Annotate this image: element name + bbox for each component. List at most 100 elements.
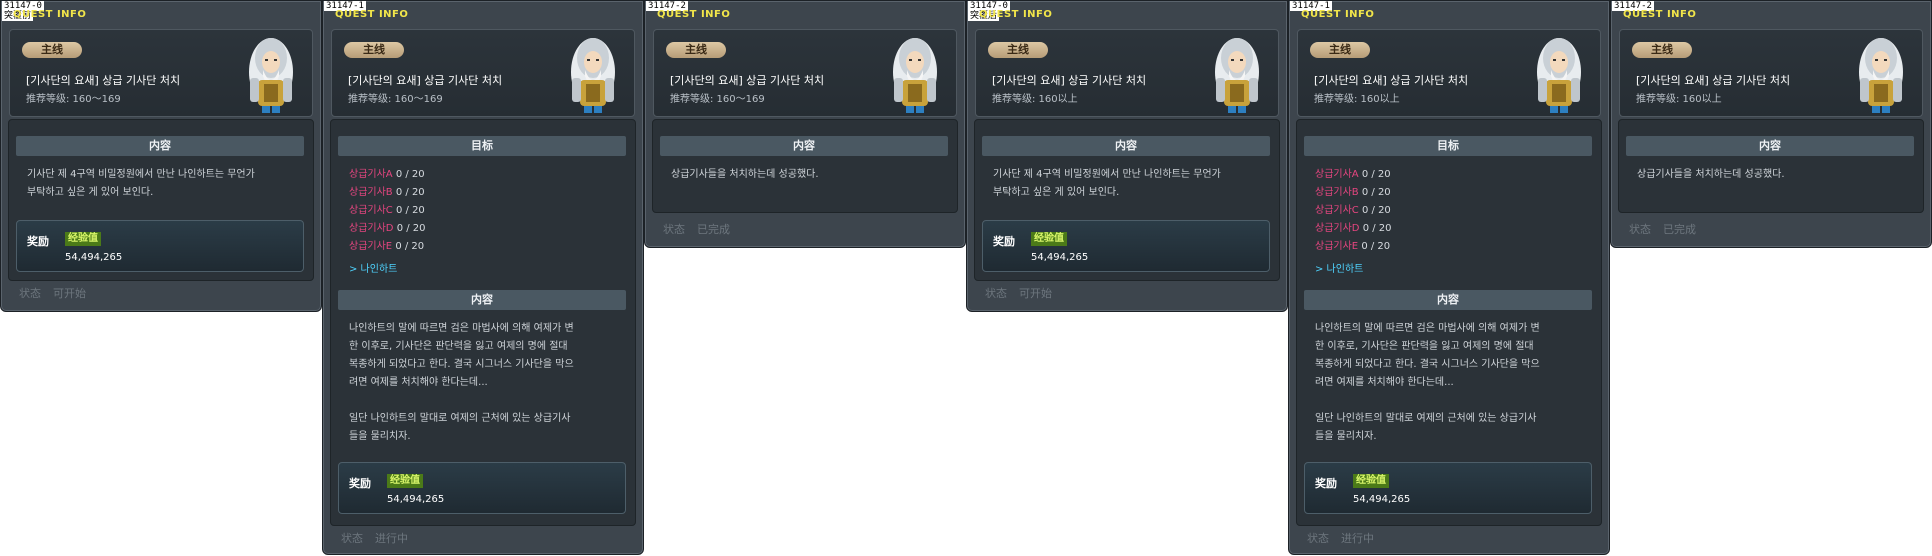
goal-count: 0 / 20 <box>395 169 425 180</box>
goal-mob: 상급기사B <box>349 187 393 198</box>
reward-label: 奖励 <box>27 235 49 248</box>
quest-header: 主线 [기사단의 요새] 상급 기사단 처치 推荐等级: 160～169 <box>331 29 635 117</box>
quest-title: [기사단의 요새] 상급 기사단 처치 <box>670 74 825 87</box>
reward-box: 奖励 经验值 54,494,265 <box>982 220 1270 272</box>
reward-box: 奖励 经验值 54,494,265 <box>338 462 626 514</box>
reward-value: 54,494,265 <box>1031 252 1089 263</box>
quest-type-badge: 主线 <box>988 42 1048 58</box>
goal-mob: 상급기사E <box>1315 241 1359 252</box>
goal-header: 目标 <box>1304 136 1592 156</box>
quest-header: 主线 [기사단의 요새] 상급 기사단 처치 推荐等级: 160～169 <box>653 29 957 117</box>
quest-info-label: QUEST INFO <box>335 9 409 20</box>
content-text: 기사단 제 4구역 비밀정원에서 만난 나인하트는 무언가 부탁하고 싶은 게 … <box>27 169 255 198</box>
reward-box: 奖励 经验值 54,494,265 <box>1304 462 1592 514</box>
content-header: 内容 <box>982 136 1270 156</box>
quest-type-badge: 主线 <box>1310 42 1370 58</box>
goal-row: 상급기사A 0 / 20 <box>349 166 425 184</box>
content-text: 나인하트의 말에 따르면 검은 마법사에 의해 여제가 변 한 이후로, 기사단… <box>1315 323 1540 442</box>
npc-portrait-icon <box>560 28 626 114</box>
quest-info-panel: 31147-2 QUEST INFO 主线 [기사단의 요새] 상급 기사단 처… <box>644 0 966 248</box>
quest-title: [기사단의 요새] 상급 기사단 처치 <box>992 74 1147 87</box>
quest-type-badge: 主线 <box>344 42 404 58</box>
npc-portrait-icon <box>1848 28 1914 114</box>
quest-info-label: QUEST INFO <box>979 9 1053 20</box>
status-label: 状态 <box>1629 223 1651 236</box>
reward-box: 奖励 经验值 54,494,265 <box>16 220 304 272</box>
goal-mob: 상급기사C <box>1315 205 1359 216</box>
quest-info-panel: 31147-2 QUEST INFO 主线 [기사단의 요새] 상급 기사단 처… <box>1610 0 1932 248</box>
quest-header: 主线 [기사단의 요새] 상급 기사단 처치 推荐等级: 160～169 <box>9 29 313 117</box>
quest-info-panel: 31147-1 QUEST INFO 主线 [기사단의 요새] 상급 기사단 처… <box>1288 0 1610 555</box>
goal-row: 상급기사B 0 / 20 <box>1315 184 1391 202</box>
quest-level: 推荐等级: 160以上 <box>1636 94 1722 105</box>
quest-status: 状态 已完成 <box>1629 221 1696 237</box>
goal-count: 0 / 20 <box>1361 241 1391 252</box>
status-value: 已完成 <box>697 223 730 236</box>
npc-portrait-icon <box>1204 28 1270 114</box>
content-text: 기사단 제 4구역 비밀정원에서 만난 나인하트는 무언가 부탁하고 싶은 게 … <box>993 169 1221 198</box>
quest-level: 推荐等级: 160～169 <box>670 94 765 105</box>
content-text: 상급기사들을 처치하는데 성공했다. <box>1637 169 1785 180</box>
content-header: 内容 <box>1304 290 1592 310</box>
goal-count: 0 / 20 <box>1362 223 1392 234</box>
goal-count: 0 / 20 <box>395 205 425 216</box>
goal-row: 상급기사A 0 / 20 <box>1315 166 1391 184</box>
npc-portrait-icon <box>882 28 948 114</box>
quest-header: 主线 [기사단의 요새] 상급 기사단 처치 推荐等级: 160以上 <box>1297 29 1601 117</box>
quest-body: 内容 상급기사들을 처치하는데 성공했다. <box>1618 119 1924 213</box>
goal-header: 目标 <box>338 136 626 156</box>
status-label: 状态 <box>663 223 685 236</box>
status-label: 状态 <box>985 287 1007 300</box>
quest-status: 状态 已完成 <box>663 221 730 237</box>
quest-header: 主线 [기사단의 요새] 상급 기사단 처치 推荐等级: 160以上 <box>975 29 1279 117</box>
npc-link[interactable]: > 나인하트 <box>1315 260 1363 275</box>
npc-portrait-icon <box>238 28 304 114</box>
content-header: 内容 <box>338 290 626 310</box>
status-value: 已完成 <box>1663 223 1696 236</box>
status-value: 进行中 <box>375 532 408 545</box>
content-header: 内容 <box>1626 136 1914 156</box>
reward-label: 奖励 <box>349 477 371 490</box>
quest-title: [기사단의 요새] 상급 기사단 처치 <box>1314 74 1469 87</box>
quest-status: 状态 进行中 <box>1307 530 1374 546</box>
content-header: 内容 <box>16 136 304 156</box>
quest-status: 状态 可开始 <box>19 285 86 301</box>
quest-body: 内容 상급기사들을 처치하는데 성공했다. <box>652 119 958 213</box>
status-label: 状态 <box>1307 532 1329 545</box>
reward-label: 奖励 <box>993 235 1015 248</box>
goal-row: 상급기사C 0 / 20 <box>1315 202 1391 220</box>
quest-body: 目标 상급기사A 0 / 20 상급기사B 0 / 20 상급기사C 0 / 2… <box>1296 119 1602 526</box>
quest-level: 推荐等级: 160以上 <box>992 94 1078 105</box>
quest-type-badge: 主线 <box>1632 42 1692 58</box>
goal-mob: 상급기사E <box>349 241 393 252</box>
goal-mob: 상급기사B <box>1315 187 1359 198</box>
quest-info-panel: 31147-0 突覆后 QUEST INFO 主线 [기사단의 요새] 상급 기… <box>966 0 1288 312</box>
reward-value: 54,494,265 <box>387 494 445 505</box>
status-value: 可开始 <box>53 287 86 300</box>
quest-title: [기사단의 요새] 상급 기사단 처치 <box>26 74 181 87</box>
quest-header: 主线 [기사단의 요새] 상급 기사단 처치 推荐等级: 160以上 <box>1619 29 1923 117</box>
goal-mob: 상급기사D <box>1315 223 1360 234</box>
goal-mob: 상급기사A <box>349 169 393 180</box>
goal-count: 0 / 20 <box>1361 187 1391 198</box>
content-text: 나인하트의 말에 따르면 검은 마법사에 의해 여제가 변 한 이후로, 기사단… <box>349 323 574 442</box>
quest-info-panel: 31147-0 突覆前 QUEST INFO 主线 [기사단의 요새] 상급 기… <box>0 0 322 312</box>
goal-count: 0 / 20 <box>396 223 426 234</box>
goal-row: 상급기사E 0 / 20 <box>1315 238 1390 256</box>
quest-level: 推荐等级: 160以上 <box>1314 94 1400 105</box>
goal-mob: 상급기사C <box>349 205 393 216</box>
reward-type: 经验值 <box>65 232 101 246</box>
quest-info-label: QUEST INFO <box>13 9 87 20</box>
status-label: 状态 <box>19 287 41 300</box>
content-text: 상급기사들을 처치하는데 성공했다. <box>671 169 819 180</box>
status-label: 状态 <box>341 532 363 545</box>
goal-count: 0 / 20 <box>395 241 425 252</box>
reward-type: 经验值 <box>387 474 423 488</box>
reward-value: 54,494,265 <box>65 252 123 263</box>
goal-row: 상급기사D 0 / 20 <box>1315 220 1392 238</box>
quest-level: 推荐等级: 160～169 <box>348 94 443 105</box>
quest-info-label: QUEST INFO <box>1623 9 1697 20</box>
npc-link[interactable]: > 나인하트 <box>349 260 397 275</box>
reward-value: 54,494,265 <box>1353 494 1411 505</box>
goal-mob: 상급기사A <box>1315 169 1359 180</box>
